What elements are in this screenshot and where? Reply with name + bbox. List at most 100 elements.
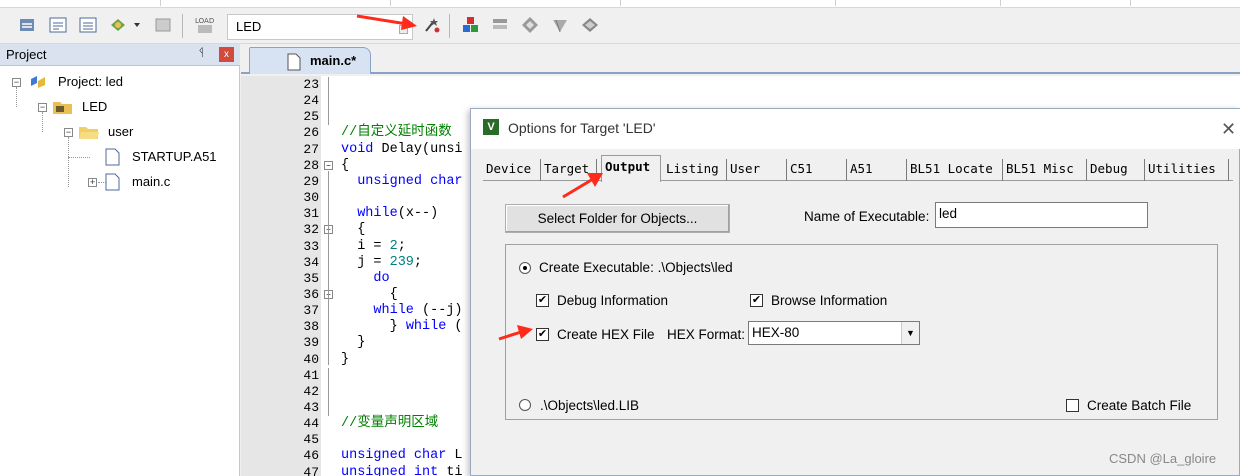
tab-utilities[interactable]: Utilities <box>1145 159 1229 181</box>
close-icon[interactable]: x <box>219 47 234 62</box>
file-icon <box>105 173 120 191</box>
keyword-token: void <box>341 141 374 157</box>
collapse-icon[interactable]: − <box>38 103 47 112</box>
line-number: 31 <box>303 206 319 222</box>
code-line: { <box>341 222 365 238</box>
dropdown-icon[interactable] <box>399 25 408 34</box>
line-number: 40 <box>303 351 319 367</box>
collapse-icon[interactable]: − <box>12 78 21 87</box>
build-icon[interactable] <box>47 14 69 36</box>
tab-device[interactable]: Device <box>483 159 541 181</box>
name-of-executable-input[interactable]: led <box>935 202 1148 228</box>
download-icon[interactable]: LOAD <box>192 14 218 36</box>
create-batch-checkbox[interactable] <box>1066 399 1079 412</box>
create-batch-label: Create Batch File <box>1087 398 1192 413</box>
tab-target[interactable]: Target <box>541 159 597 181</box>
code-token: //变量声明区域 <box>341 416 439 432</box>
translate-icon[interactable] <box>16 14 38 36</box>
number-token: 2 <box>389 238 398 254</box>
tab-a51[interactable]: A51 <box>847 159 907 181</box>
line-number: 43 <box>303 400 319 415</box>
create-library-radio[interactable] <box>519 399 531 411</box>
svg-text:LOAD: LOAD <box>195 17 214 25</box>
line-number: 45 <box>303 432 319 448</box>
fold-guide <box>328 400 329 416</box>
batch-build-icon[interactable] <box>107 14 129 36</box>
code-token: i = <box>341 238 390 254</box>
tab-listing[interactable]: Listing <box>663 159 727 181</box>
code-token: (x--) <box>397 206 439 222</box>
rebuild-icon[interactable] <box>77 14 99 36</box>
line-number: 37 <box>303 303 319 319</box>
code-line: while(x--) <box>341 206 438 222</box>
pack-installer-icon[interactable] <box>549 14 571 36</box>
tab-main-c[interactable]: main.c* <box>249 47 371 74</box>
target-select[interactable]: LED <box>227 14 413 40</box>
code-token: } <box>341 351 350 367</box>
debug-information-checkbox[interactable]: ✔ <box>536 294 549 307</box>
stop-build-icon[interactable] <box>152 14 174 36</box>
line-number: 38 <box>303 319 319 335</box>
hex-format-value: HEX-80 <box>752 325 800 340</box>
chevron-down-icon[interactable] <box>130 14 144 36</box>
browse-information-label: Browse Information <box>771 293 888 308</box>
tab-output[interactable]: Output <box>601 155 661 182</box>
project-icon <box>31 76 45 88</box>
line-number: 23 <box>303 77 319 92</box>
line-number: 36 <box>303 286 319 302</box>
file-icon <box>105 148 120 166</box>
tab-bl51-misc[interactable]: BL51 Misc <box>1003 159 1087 181</box>
fold-guide <box>328 383 329 400</box>
tab-debug[interactable]: Debug <box>1087 159 1145 181</box>
code-line: unsigned char L <box>341 448 463 464</box>
manage-components-icon[interactable] <box>489 14 511 36</box>
editor-tabbar: main.c* <box>241 44 1240 74</box>
code-token: } <box>341 335 366 351</box>
hex-format-label: HEX Format: <box>667 327 746 342</box>
tab-c51[interactable]: C51 <box>787 159 847 181</box>
create-executable-radio[interactable] <box>519 262 531 274</box>
file-extensions-icon[interactable] <box>459 14 481 36</box>
line-number: 33 <box>303 238 319 254</box>
create-hex-checkbox[interactable]: ✔ <box>536 328 549 341</box>
watermark: CSDN @La_gloire <box>1109 451 1217 466</box>
code-line: unsigned int ti <box>341 465 463 476</box>
browse-information-checkbox[interactable]: ✔ <box>750 294 763 307</box>
line-number: 28 <box>303 157 319 173</box>
keyword-token: while <box>405 319 447 335</box>
line-number: 24 <box>303 93 319 109</box>
collapse-icon[interactable]: − <box>64 128 73 137</box>
select-folder-button[interactable]: Select Folder for Objects... <box>505 204 730 233</box>
line-number: 47 <box>303 464 319 476</box>
tab-user[interactable]: User <box>727 159 787 181</box>
debug-information-label: Debug Information <box>557 293 669 308</box>
close-icon[interactable]: ✕ <box>1221 119 1236 140</box>
line-number: 41 <box>303 367 319 383</box>
keyword-token: unsigned int <box>341 464 439 476</box>
target-options-icon[interactable] <box>421 14 443 36</box>
keyword-token: unsigned char <box>341 173 463 189</box>
code-token: } <box>341 319 406 335</box>
project-panel: Project ᛩ x − Project: led − LED − user … <box>0 44 240 476</box>
expand-icon[interactable]: + <box>88 178 97 187</box>
line-number: 25 <box>303 109 319 125</box>
select-device-icon[interactable] <box>519 14 541 36</box>
create-executable-label: Create Executable: .\Objects\led <box>539 260 733 275</box>
code-token: (--j) <box>413 303 463 319</box>
hex-format-select[interactable]: HEX-80 ▼ <box>748 321 920 345</box>
code-line: } while ( <box>341 319 463 335</box>
line-number: 29 <box>303 173 319 189</box>
uvision-window: LOAD LED Project ᛩ x − Project: led − LE… <box>0 0 1240 476</box>
code-line: } <box>341 335 365 351</box>
fold-toggle-icon[interactable]: − <box>324 160 333 170</box>
tab-bl51-locate[interactable]: BL51 Locate <box>907 159 1003 181</box>
code-line: unsigned char <box>341 173 463 190</box>
pin-icon[interactable]: ᛩ <box>198 47 205 59</box>
file-icon <box>287 53 301 71</box>
options-icon[interactable] <box>579 14 601 36</box>
keyword-token: do <box>341 270 390 286</box>
keil-logo-icon: V <box>483 119 499 135</box>
chevron-down-icon[interactable]: ▼ <box>901 322 919 344</box>
code-token: L <box>446 448 463 464</box>
folder-icon <box>79 127 99 139</box>
